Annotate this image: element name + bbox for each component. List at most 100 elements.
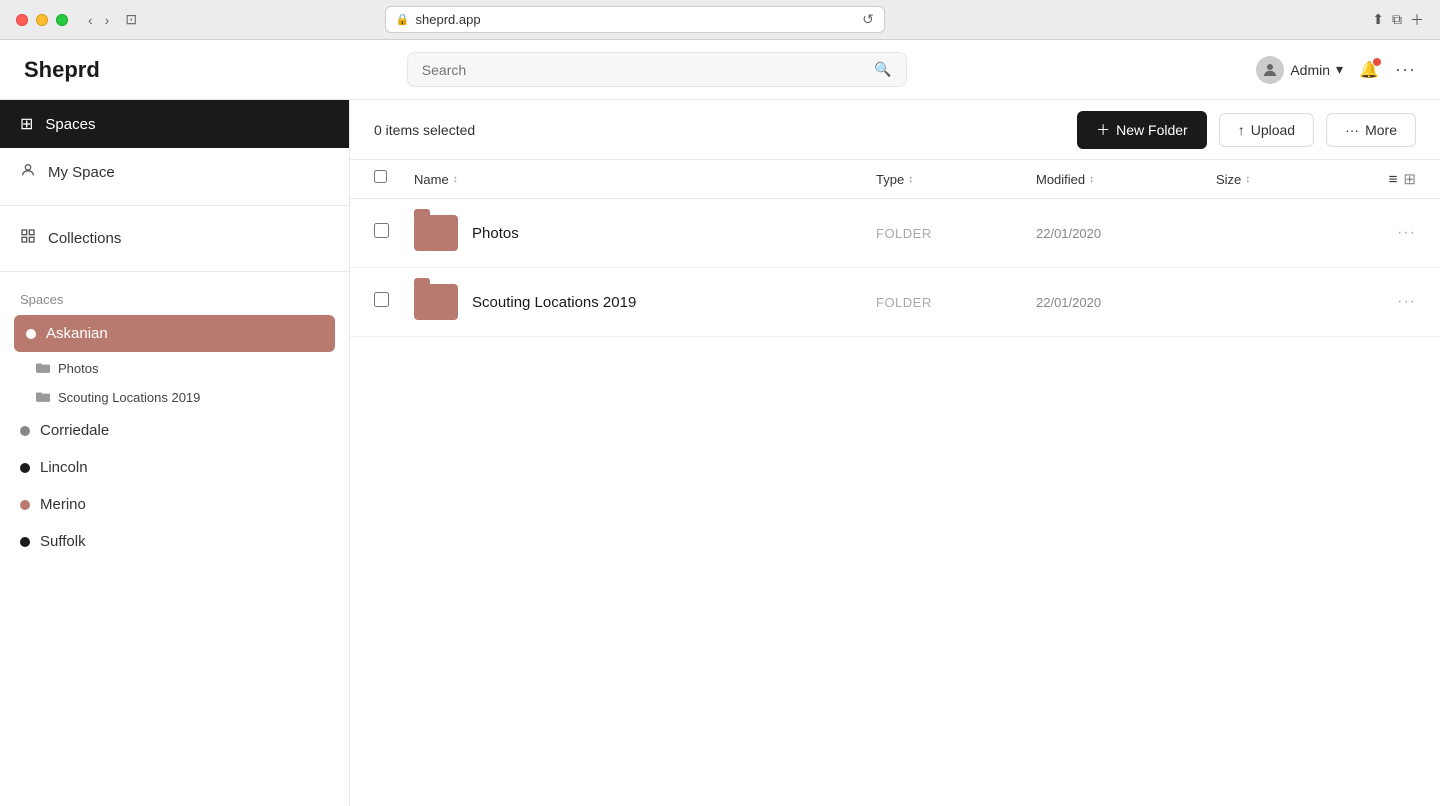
sidebar-item-myspace[interactable]: My Space (0, 148, 349, 197)
content-toolbar: 0 items selected ＋ New Folder ↑ Upload ·… (350, 100, 1440, 160)
upload-icon: ↑ (1238, 122, 1245, 138)
folder-thumbnail-scouting (414, 284, 458, 320)
column-header-actions: ≡ ⊞ (1336, 170, 1416, 188)
type-sort-icon: ↕ (908, 174, 913, 185)
column-modified-label: Modified (1036, 172, 1085, 187)
search-input[interactable] (422, 62, 867, 78)
askanian-label: Askanian (46, 325, 108, 342)
window-chrome: ‹ › ⊡ 🔒 sheprd.app ↺ ⬆ ⧉ ＋ (0, 0, 1440, 40)
row-name-photos: Photos (414, 215, 876, 251)
sidebar-space-suffolk[interactable]: Suffolk (0, 523, 349, 560)
header-more-button[interactable]: ··· (1395, 59, 1416, 80)
sidebar-divider (0, 205, 349, 206)
table-row[interactable]: Photos FOLDER 22/01/2020 ··· (350, 199, 1440, 268)
merino-label: Merino (40, 496, 86, 513)
row-type-scouting: FOLDER (876, 295, 1036, 310)
row-type-photos: FOLDER (876, 226, 1036, 241)
user-avatar (1256, 56, 1284, 84)
file-table: Name ↕ Type ↕ Modified ↕ Size ↕ (350, 160, 1440, 806)
notification-dot (1373, 58, 1381, 66)
minimize-button[interactable] (36, 14, 48, 26)
folder-icon-photos (36, 361, 50, 376)
more-button[interactable]: ··· More (1326, 113, 1416, 147)
myspace-icon (20, 162, 36, 183)
collections-icon (20, 228, 36, 249)
sidebar-space-merino[interactable]: Merino (0, 486, 349, 523)
upload-label: Upload (1251, 122, 1295, 138)
lincoln-label: Lincoln (40, 459, 88, 476)
sidebar-item-collections[interactable]: Collections (0, 214, 349, 263)
sidebar-space-lincoln[interactable]: Lincoln (0, 449, 349, 486)
askanian-dot-icon (26, 329, 36, 339)
row-more-button-photos[interactable]: ··· (1397, 224, 1416, 242)
folder-thumbnail-photos (414, 215, 458, 251)
app: Sheprd 🔍 Admin ▾ 🔔 ··· ⊞ (0, 40, 1440, 806)
selected-count: 0 items selected (374, 122, 1065, 138)
sidebar-space-corriedale[interactable]: Corriedale (0, 412, 349, 449)
column-header-name[interactable]: Name ↕ (414, 172, 876, 187)
maximize-button[interactable] (56, 14, 68, 26)
sidebar-folder-scouting-label: Scouting Locations 2019 (58, 390, 200, 405)
column-header-type[interactable]: Type ↕ (876, 172, 1036, 187)
top-header: Sheprd 🔍 Admin ▾ 🔔 ··· (0, 40, 1440, 100)
logo: Sheprd (24, 57, 224, 83)
user-menu[interactable]: Admin ▾ (1256, 56, 1343, 84)
sidebar: ⊞ Spaces My Space Collections Spaces (0, 100, 350, 806)
column-type-label: Type (876, 172, 904, 187)
reload-button[interactable]: ↺ (862, 11, 874, 28)
select-all-checkbox[interactable] (374, 170, 387, 183)
table-row[interactable]: Scouting Locations 2019 FOLDER 22/01/202… (350, 268, 1440, 337)
corriedale-label: Corriedale (40, 422, 109, 439)
content-area: 0 items selected ＋ New Folder ↑ Upload ·… (350, 100, 1440, 806)
new-folder-icon: ＋ (1096, 120, 1110, 140)
merino-dot-icon (20, 500, 30, 510)
sidebar-item-label-myspace: My Space (48, 164, 115, 181)
column-header-modified[interactable]: Modified ↕ (1036, 172, 1216, 187)
more-dots-icon: ··· (1345, 122, 1359, 138)
search-icon: 🔍 (874, 61, 891, 78)
search-bar[interactable]: 🔍 (407, 52, 907, 87)
header-checkbox-cell (374, 170, 414, 188)
size-sort-icon: ↕ (1245, 174, 1250, 185)
grid-view-button[interactable]: ⊞ (1403, 170, 1416, 188)
add-tab-button[interactable]: ＋ (1410, 10, 1424, 30)
row-actions-scouting: ··· (1336, 293, 1416, 311)
row-checkbox-photos[interactable] (374, 223, 389, 238)
sidebar-folder-photos[interactable]: Photos (0, 354, 349, 383)
name-sort-icon: ↕ (453, 174, 458, 185)
back-button[interactable]: ‹ (84, 10, 97, 30)
upload-button[interactable]: ↑ Upload (1219, 113, 1314, 147)
column-size-label: Size (1216, 172, 1241, 187)
spaces-icon: ⊞ (20, 114, 33, 134)
lincoln-dot-icon (20, 463, 30, 473)
column-header-size[interactable]: Size ↕ (1216, 172, 1336, 187)
forward-button[interactable]: › (101, 10, 114, 30)
notifications-button[interactable]: 🔔 (1359, 60, 1379, 80)
sidebar-item-label-collections: Collections (48, 230, 121, 247)
suffolk-dot-icon (20, 537, 30, 547)
user-label: Admin (1290, 62, 1330, 78)
row-more-button-scouting[interactable]: ··· (1397, 293, 1416, 311)
sidebar-folder-photos-label: Photos (58, 361, 98, 376)
new-tab-button[interactable]: ⧉ (1392, 10, 1402, 30)
lock-icon: 🔒 (396, 13, 410, 26)
column-name-label: Name (414, 172, 449, 187)
folder-icon-scouting (36, 390, 50, 405)
row-checkbox-scouting[interactable] (374, 292, 389, 307)
spaces-section-label: Spaces (0, 280, 349, 313)
table-header: Name ↕ Type ↕ Modified ↕ Size ↕ (350, 160, 1440, 199)
close-button[interactable] (16, 14, 28, 26)
url-text: sheprd.app (416, 12, 481, 27)
sidebar-toggle-button[interactable]: ⊡ (125, 11, 137, 28)
sidebar-item-spaces[interactable]: ⊞ Spaces (0, 100, 349, 148)
sidebar-folder-scouting[interactable]: Scouting Locations 2019 (0, 383, 349, 412)
new-folder-button[interactable]: ＋ New Folder (1077, 111, 1207, 149)
header-right: Admin ▾ 🔔 ··· (1256, 56, 1416, 84)
new-folder-label: New Folder (1116, 122, 1188, 138)
suffolk-label: Suffolk (40, 533, 86, 550)
sidebar-space-askanian[interactable]: Askanian (14, 315, 335, 352)
list-view-button[interactable]: ≡ (1389, 170, 1398, 188)
row-actions-photos: ··· (1336, 224, 1416, 242)
share-button[interactable]: ⬆ (1372, 10, 1384, 30)
row-modified-scouting: 22/01/2020 (1036, 295, 1216, 310)
